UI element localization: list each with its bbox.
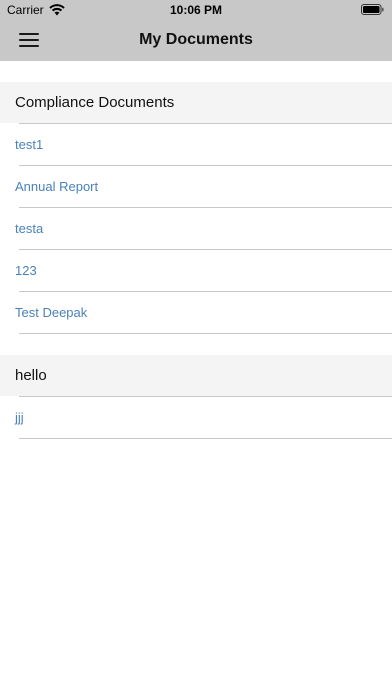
navigation-bar: My Documents <box>0 20 392 61</box>
document-link[interactable]: Test Deepak <box>15 305 87 320</box>
list-item[interactable]: testa <box>15 207 392 249</box>
list-item[interactable]: Test Deepak <box>15 291 392 334</box>
section-header-compliance: Compliance Documents <box>0 82 392 123</box>
documents-list: Compliance Documents test1 Annual Report… <box>0 82 392 439</box>
page-title: My Documents <box>139 31 253 48</box>
battery-icon <box>361 4 384 15</box>
list-item[interactable]: jjj <box>15 396 392 439</box>
section-title: hello <box>15 367 47 384</box>
section-title: Compliance Documents <box>15 94 175 111</box>
list-item[interactable]: 123 <box>15 249 392 291</box>
list-item[interactable]: test1 <box>15 123 392 165</box>
document-link[interactable]: 123 <box>15 263 37 278</box>
document-link[interactable]: test1 <box>15 137 43 152</box>
status-time: 10:06 PM <box>169 3 223 17</box>
section-header-hello: hello <box>0 355 392 396</box>
document-link[interactable]: jjj <box>15 410 24 425</box>
list-item[interactable]: Annual Report <box>15 165 392 207</box>
document-link[interactable]: Annual Report <box>15 179 98 194</box>
document-link[interactable]: testa <box>15 221 43 236</box>
status-bar: Carrier 10:06 PM <box>0 0 392 20</box>
section-divider <box>0 334 392 355</box>
